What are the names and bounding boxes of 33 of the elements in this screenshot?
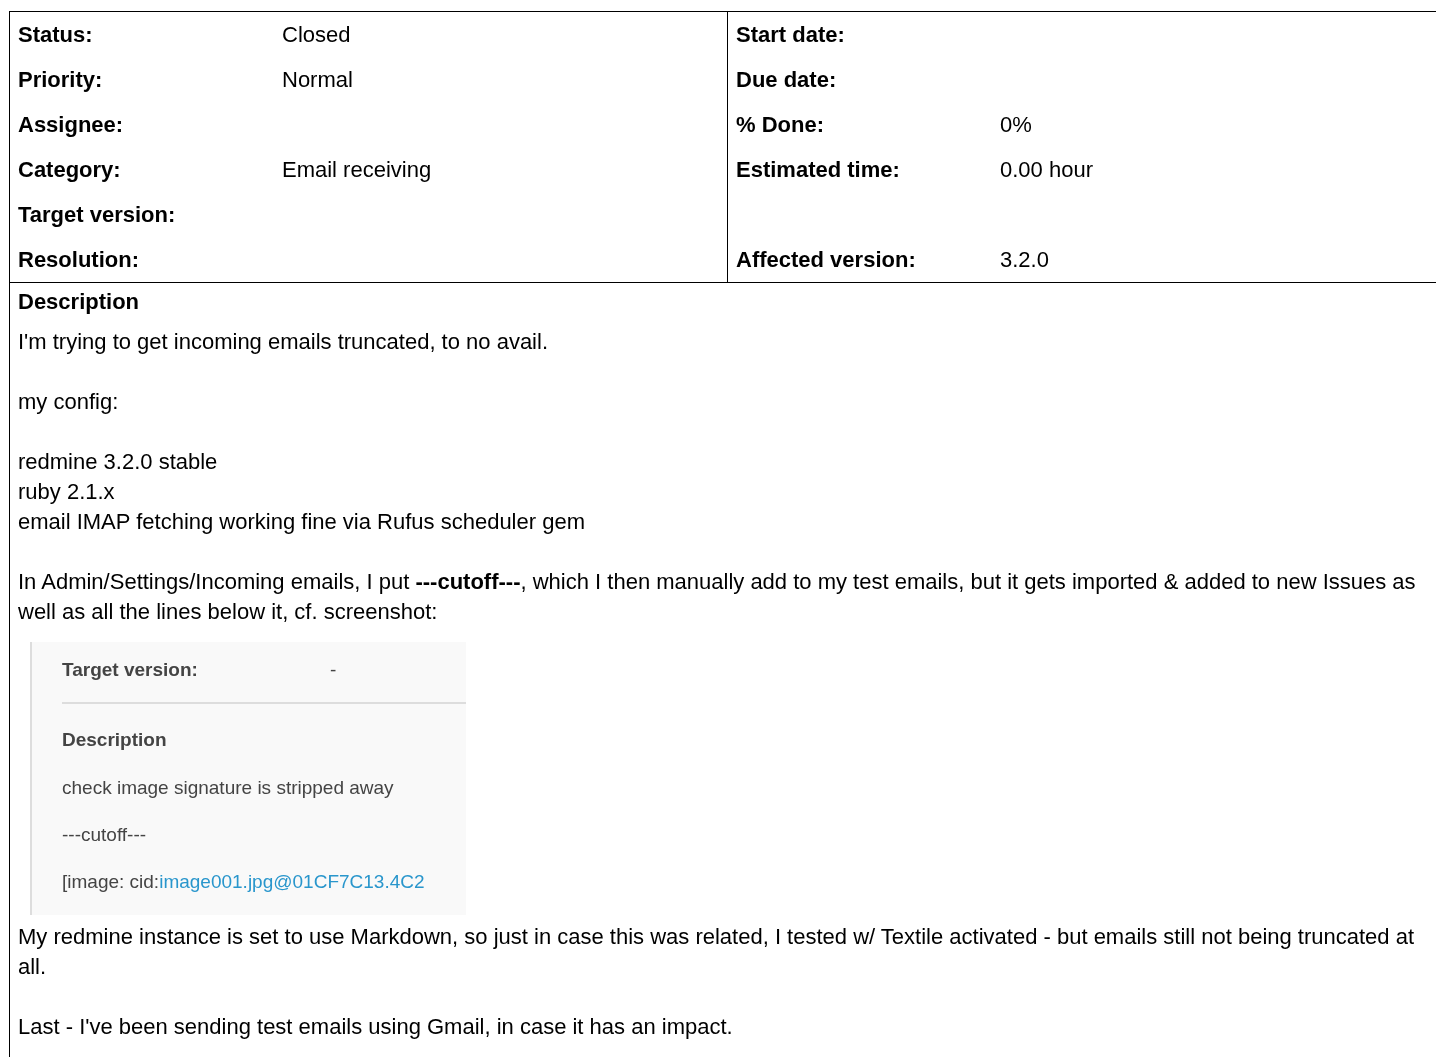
field-value: 0.00 hour (1000, 156, 1093, 183)
field-label: Assignee: (18, 111, 125, 138)
field-value: Email receiving (282, 156, 432, 183)
image-link[interactable]: image001.jpg@01CF7C13.4C2 (159, 871, 425, 892)
description-text: check image signature is stripped away (62, 776, 395, 800)
field-label: Category: (18, 156, 122, 183)
field-value: 0% (1000, 111, 1032, 138)
description-text: my config: (18, 388, 120, 416)
field-label: Start date: (736, 21, 846, 48)
field-label: Priority: (18, 66, 104, 93)
description-text: ---cutoff--- (62, 823, 148, 847)
description-text: email IMAP fetching working fine via Rufus scheduler gem (18, 508, 586, 536)
section-heading: Description (18, 288, 141, 316)
section-heading: Description (62, 728, 168, 752)
field-value: Closed (282, 21, 351, 48)
field-value: - (330, 658, 337, 682)
description-text: Last - I've been sending test emails using Gmail, in case it has an impact. (18, 1013, 734, 1041)
field-label: Target version: (18, 201, 177, 228)
description-text: redmine 3.2.0 stable (18, 448, 219, 476)
description-text: In Admin/Settings/Incoming emails, I put ---cutoff---, which I then manually add to my test emails, but it gets imported & added to new Issues as well as all the lines below it, cf. screenshot: (18, 568, 1417, 626)
field-label: Resolution: (18, 246, 140, 273)
description-text: ruby 2.1.x (18, 478, 116, 506)
field-label: Target version: (62, 658, 199, 682)
field-value: Normal (282, 66, 353, 93)
description-text: My redmine instance is set to use Markdown, so just in case this was related, I tested w/ Textile activated - but emails still not being truncated at all. (18, 923, 1416, 981)
description-text: I'm trying to get incoming emails truncated, to no avail. (18, 328, 549, 356)
field-label: Affected version: (736, 246, 917, 273)
description-text: [image: cid: (62, 871, 160, 892)
field-label: Due date: (736, 66, 838, 93)
field-label: Status: (18, 21, 94, 48)
field-label: Estimated time: (736, 156, 901, 183)
field-value: 3.2.0 (1000, 246, 1049, 273)
field-label: % Done: (736, 111, 825, 138)
